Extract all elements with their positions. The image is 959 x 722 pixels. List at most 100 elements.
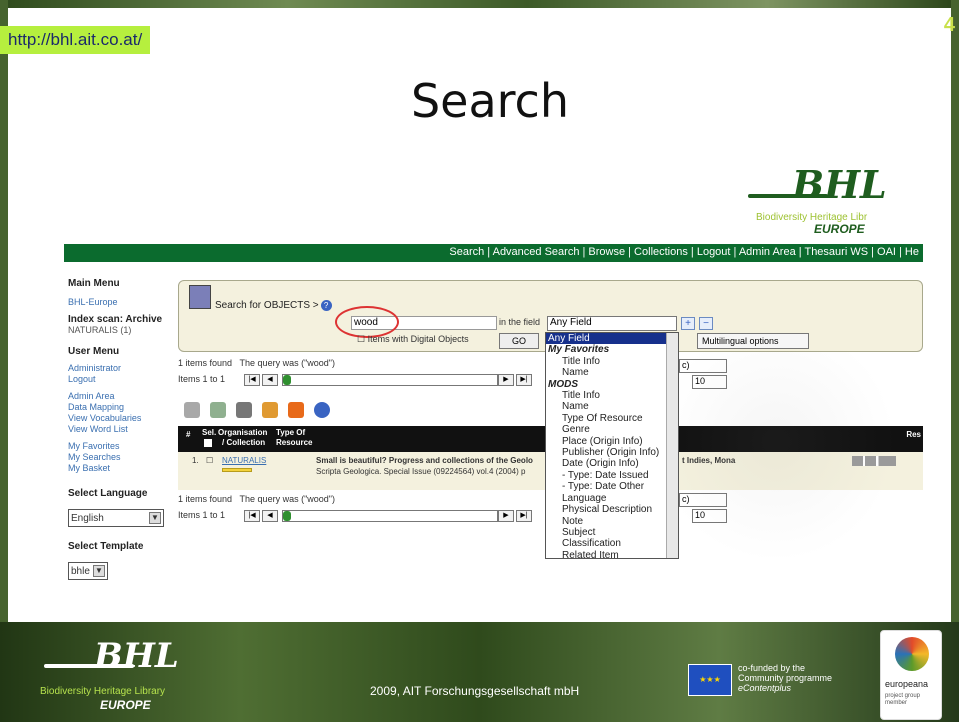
field-select[interactable]: Any Field (547, 316, 677, 331)
checkbox[interactable]: ☐ (357, 334, 365, 344)
slider-knob[interactable] (283, 375, 291, 385)
dropdown-option[interactable]: Subject (546, 527, 678, 538)
dropdown-option[interactable]: - Type: Date Other (546, 481, 678, 492)
sidebar-item-admin-area[interactable]: Admin Area (68, 391, 174, 402)
next-page-icon[interactable]: ▶ (498, 374, 514, 386)
digital-objects-row: ☐ Items with Digital Objects (357, 334, 469, 345)
chevron-down-icon: ▼ (93, 565, 105, 577)
pager-bottom-next: ▶ ▶| (498, 509, 532, 523)
dropdown-option[interactable]: Title Info (546, 390, 678, 401)
dropdown-option[interactable]: Classification (546, 538, 678, 549)
multilingual-options-button[interactable]: Multilingual options (697, 333, 809, 349)
page-slider-bottom[interactable] (282, 510, 498, 522)
index-scan-heading: Index scan: Archive (68, 314, 163, 325)
europeana-name: europeana (885, 679, 929, 689)
help-icon[interactable]: ? (320, 300, 332, 311)
select-all-checkbox[interactable] (204, 439, 212, 447)
rss-icon[interactable] (288, 402, 304, 418)
page-slider-top[interactable] (282, 374, 498, 386)
dropdown-option[interactable]: - Type: Date Issued (546, 470, 678, 481)
slider-knob[interactable] (283, 511, 291, 521)
results-toolbar (184, 402, 330, 418)
first-page-icon[interactable]: |◀ (244, 510, 260, 522)
query-was-bottom: The query was ("wood") (239, 494, 335, 504)
eu-text-line-2: Community programme (738, 673, 833, 683)
dropdown-option[interactable]: Title Info (546, 356, 678, 367)
eu-text-line-1: co-funded by the (738, 663, 806, 673)
help-icon[interactable] (314, 402, 330, 418)
dropdown-option[interactable]: Genre (546, 424, 678, 435)
user-menu-heading: User Menu (68, 346, 120, 357)
dropdown-option[interactable]: Language (546, 493, 678, 504)
dropdown-option[interactable]: MODS (546, 379, 678, 390)
language-select[interactable]: English ▼ (68, 509, 164, 527)
select-template-heading: Select Template (68, 541, 144, 552)
sidebar-item-my-searches[interactable]: My Searches (68, 452, 174, 463)
paperclip-icon[interactable] (184, 402, 200, 418)
copyright-text: 2009, AIT Forschungsgesellschaft mbH (370, 684, 580, 698)
sidebar-item-view-word-list[interactable]: View Word List (68, 424, 174, 435)
sidebar-item-bhl-europe[interactable]: BHL-Europe (68, 297, 174, 308)
sidebar-item-data-mapping[interactable]: Data Mapping (68, 402, 174, 413)
dropdown-option[interactable]: Place (Origin Info) (546, 436, 678, 447)
dropdown-option[interactable]: Date (Origin Info) (546, 458, 678, 469)
europeana-sub-1: project group (885, 693, 921, 699)
europeana-logo: europeana project group member (880, 630, 942, 720)
col-sel: Sel. (202, 428, 217, 437)
dropdown-option[interactable]: Name (546, 401, 678, 412)
remove-field-icon[interactable]: − (699, 317, 713, 330)
sidebar-item-view-vocabularies[interactable]: View Vocabularies (68, 413, 174, 424)
prev-page-icon[interactable]: ◀ (262, 374, 278, 386)
first-page-icon[interactable]: |◀ (244, 374, 260, 386)
sidebar-item-my-basket[interactable]: My Basket (68, 463, 174, 474)
sidebar-item-my-favorites[interactable]: My Favorites (68, 441, 174, 452)
background-map (680, 350, 920, 580)
export-icon[interactable] (262, 402, 278, 418)
eu-flag-icon: ★★★ (688, 664, 732, 696)
last-page-icon[interactable]: ▶| (516, 374, 532, 386)
items-found-bottom: 1 items found (178, 494, 233, 504)
print-icon[interactable] (236, 402, 252, 418)
basket-icon[interactable] (210, 402, 226, 418)
main-menu-heading: Main Menu (68, 278, 120, 289)
europeana-swirl-icon (895, 637, 929, 671)
logo-europe: EUROPE (814, 222, 865, 236)
results-summary-top: 1 items found The query was ("wood") (178, 358, 335, 368)
next-page-icon[interactable]: ▶ (498, 510, 514, 522)
row-number: 1. (192, 456, 199, 465)
search-panel-title: Search for OBJECTS >? (215, 300, 332, 311)
dropdown-items: Any Field My Favorites Title Info Name MODS T… (546, 333, 678, 558)
col-org-1: Organisation (218, 428, 268, 437)
dropdown-option[interactable]: My Favorites (546, 344, 678, 355)
dropdown-option[interactable]: Physical Description (546, 504, 678, 515)
bhl-europe-logo: BHL Biodiversity Heritage Libr EUROPE (748, 162, 926, 236)
dropdown-option[interactable]: Name (546, 367, 678, 378)
sidebar-item-administrator[interactable]: Administrator (68, 363, 174, 374)
url-badge[interactable]: http://bhl.ait.co.at/ (0, 26, 151, 54)
dropdown-scrollbar[interactable] (666, 333, 678, 558)
dropdown-option[interactable]: Any Field (546, 333, 678, 345)
dropdown-option[interactable]: Related Item (546, 550, 678, 558)
field-dropdown-list[interactable]: Any Field My Favorites Title Info Name MODS T… (545, 332, 679, 559)
in-the-field-label: in the field (499, 317, 541, 327)
add-field-icon[interactable]: + (681, 317, 695, 330)
dropdown-option[interactable]: Note (546, 516, 678, 527)
row-checkbox[interactable]: ☐ (206, 456, 213, 465)
template-select[interactable]: bhle ▼ (68, 562, 108, 580)
row-title[interactable]: Small is beautiful? Progress and collect… (316, 456, 533, 465)
col-org-2: / Collection (222, 438, 266, 447)
sidebar-item-logout[interactable]: Logout (68, 374, 174, 385)
row-organisation[interactable]: NATURALIS (222, 456, 266, 465)
eu-text-line-3: eContentplus (738, 683, 792, 693)
items-range-top: Items 1 to 1 (178, 374, 226, 384)
sidebar-item-naturalis[interactable]: NATURALIS (1) (68, 325, 174, 336)
search-panel-title-text: Search for OBJECTS > (215, 300, 319, 311)
top-navigation[interactable]: Search | Advanced Search | Browse | Coll… (64, 244, 923, 262)
prev-page-icon[interactable]: ◀ (262, 510, 278, 522)
query-was: The query was ("wood") (239, 358, 335, 368)
last-page-icon[interactable]: ▶| (516, 510, 532, 522)
row-source: Scripta Geologica. Special Issue (092245… (316, 467, 526, 476)
go-button[interactable]: GO (499, 333, 539, 349)
dropdown-option[interactable]: Publisher (Origin Info) (546, 447, 678, 458)
dropdown-option[interactable]: Type Of Resource (546, 413, 678, 424)
